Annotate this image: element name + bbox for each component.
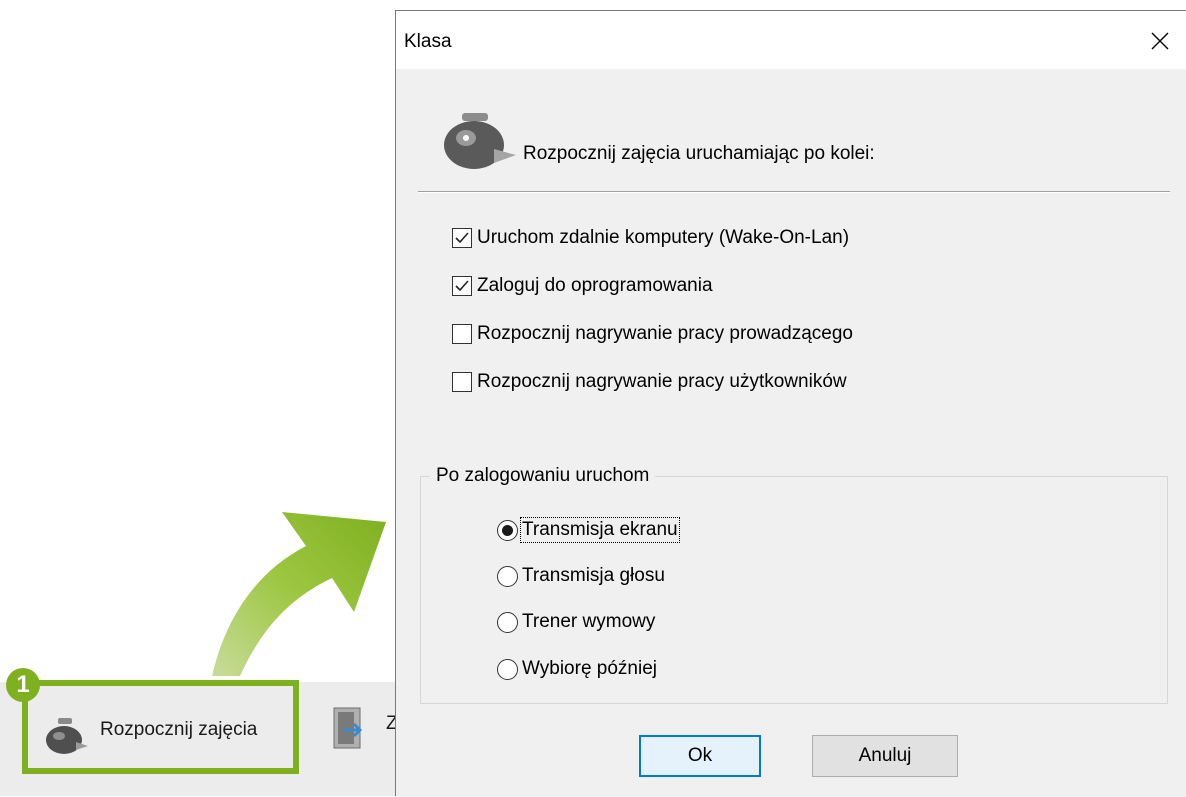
close-button[interactable] (1142, 23, 1178, 59)
checkbox-box[interactable] (452, 228, 472, 248)
header-instruction: Rozpocznij zajęcia uruchamiając po kolei… (523, 143, 875, 164)
checkbox-label: Zaloguj do oprogramowania (477, 275, 713, 296)
checkbox-box[interactable] (452, 324, 472, 344)
dialog-title: Klasa (404, 31, 452, 52)
cancel-button[interactable]: Anuluj (812, 735, 958, 777)
bell-icon (42, 716, 90, 761)
close-icon (1151, 32, 1169, 50)
dialog-body: Rozpocznij zajęcia uruchamiając po kolei… (396, 69, 1186, 797)
checkbox-box[interactable] (452, 276, 472, 296)
start-class-label: Rozpocznij zajęcia (100, 719, 258, 740)
checkbox-box[interactable] (452, 372, 472, 392)
bell-icon (436, 111, 520, 178)
radio-label: Trener wymowy (522, 611, 656, 632)
checkmark-icon (455, 280, 469, 292)
radio-choose-later[interactable]: Wybiorę później (497, 658, 657, 680)
radio-voice-transmission[interactable]: Transmisja głosu (497, 565, 665, 587)
door-icon[interactable] (330, 706, 366, 755)
radio-button[interactable] (497, 565, 518, 587)
radio-label: Wybiorę później (522, 658, 658, 679)
checkbox-label: Rozpocznij nagrywanie pracy użytkowników (477, 371, 847, 392)
radio-label: Transmisja głosu (522, 565, 665, 586)
group-title: Po zalogowaniu uruchom (430, 465, 656, 487)
radio-screen-transmission[interactable]: Transmisja ekranu (497, 517, 680, 543)
radio-pronunciation-trainer[interactable]: Trener wymowy (497, 611, 655, 633)
checkmark-icon (455, 232, 469, 244)
checkbox-label: Rozpocznij nagrywanie pracy prowadzącego (477, 323, 853, 344)
radio-button[interactable] (497, 658, 518, 680)
checkbox-record-teacher[interactable]: Rozpocznij nagrywanie pracy prowadzącego (452, 323, 853, 345)
step-badge: 1 (6, 668, 40, 702)
header-divider (418, 191, 1170, 193)
radio-label: Transmisja ekranu (520, 517, 680, 543)
class-dialog: Klasa Rozpocznij zajęcia uruchamiając po… (395, 10, 1186, 797)
radio-button[interactable] (497, 519, 518, 541)
radio-button[interactable] (497, 611, 518, 633)
start-class-button[interactable]: Rozpocznij zajęcia (22, 680, 299, 774)
checkbox-label: Uruchom zdalnie komputery (Wake-On-Lan) (477, 227, 850, 248)
radio-dot (502, 524, 513, 536)
checkbox-login[interactable]: Zaloguj do oprogramowania (452, 275, 713, 297)
checkbox-record-users[interactable]: Rozpocznij nagrywanie pracy użytkowników (452, 371, 847, 393)
checkbox-wake-on-lan[interactable]: Uruchom zdalnie komputery (Wake-On-Lan) (452, 227, 849, 249)
ok-button[interactable]: Ok (639, 735, 761, 777)
dialog-titlebar: Klasa (396, 11, 1186, 70)
